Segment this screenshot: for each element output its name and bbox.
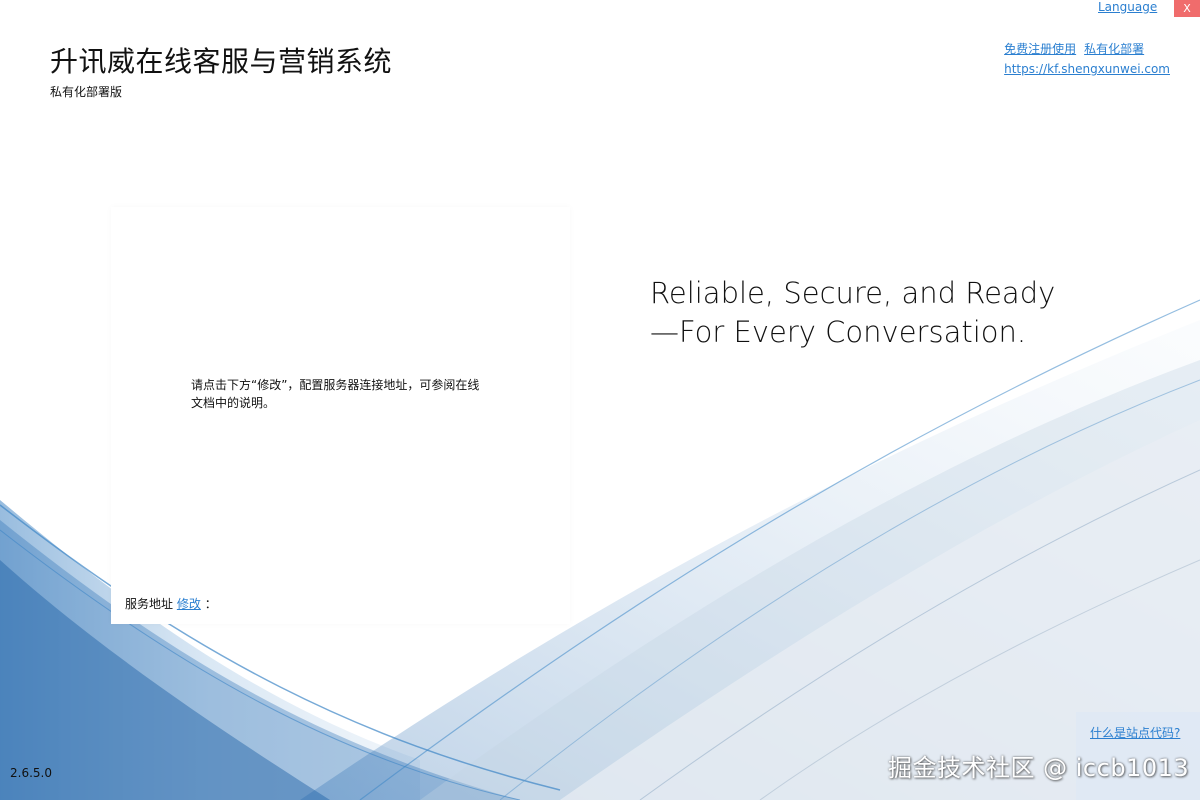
website-link[interactable]: https://kf.shengxunwei.com xyxy=(1004,62,1170,76)
version-label: 2.6.5.0 xyxy=(10,766,52,780)
tagline-line2: —For Every Conversation. xyxy=(650,315,1027,349)
colon: ： xyxy=(204,597,217,611)
server-address-label: 服务地址 xyxy=(125,597,174,611)
app-subtitle: 私有化部署版 xyxy=(50,85,123,99)
site-code-link[interactable]: 什么是站点代码? xyxy=(1090,724,1180,741)
private-deploy-link[interactable]: 私有化部署 xyxy=(1084,42,1144,56)
server-address-row: 服务地址 修改 ： xyxy=(125,595,217,612)
modify-link[interactable]: 修改 xyxy=(177,597,201,611)
free-register-link[interactable]: 免费注册使用 xyxy=(1004,42,1076,56)
top-links: 免费注册使用 私有化部署 https://kf.shengxunwei.com xyxy=(1004,40,1170,76)
language-link[interactable]: Language xyxy=(1098,0,1157,14)
close-button[interactable]: X xyxy=(1174,0,1200,17)
config-instruction-text: 请点击下方“修改”，配置服务器连接地址，可参阅在线文档中的说明。 xyxy=(191,378,480,410)
tagline-line1: Reliable, Secure, and Ready xyxy=(650,276,1056,310)
app-title: 升讯威在线客服与营销系统 xyxy=(50,45,393,78)
server-config-panel: 请点击下方“修改”，配置服务器连接地址，可参阅在线文档中的说明。 服务地址 修改… xyxy=(111,207,570,624)
tagline: Reliable, Secure, and Ready —For Every C… xyxy=(650,274,1055,352)
watermark: 掘金技术社区 @ iccb1013 xyxy=(888,754,1190,782)
